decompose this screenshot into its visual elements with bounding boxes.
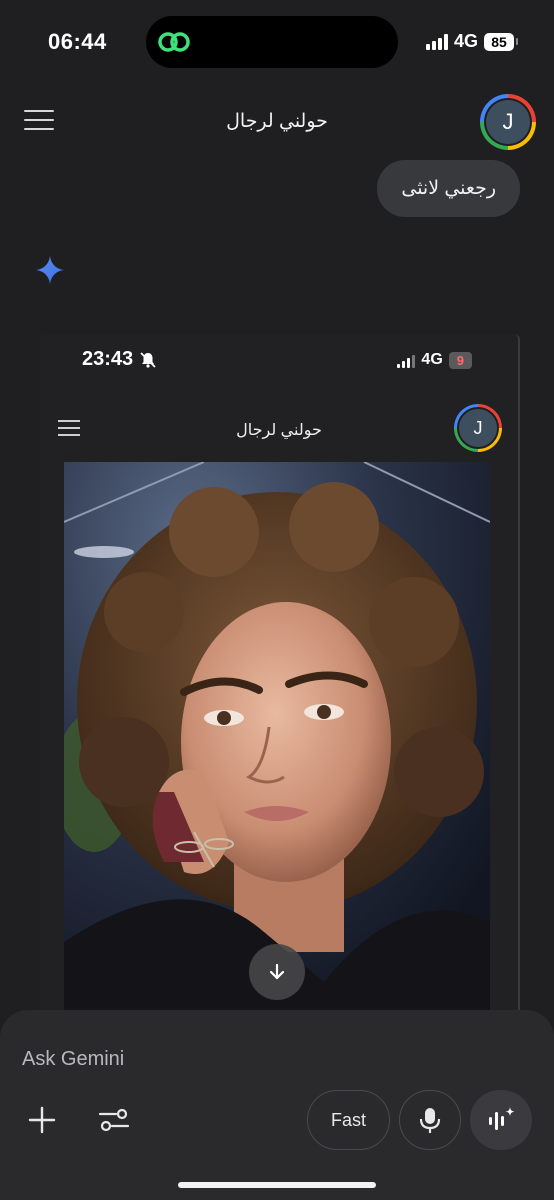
fast-mode-label: Fast — [330, 1109, 366, 1130]
live-icon — [489, 1107, 515, 1130]
mic-button[interactable] — [399, 1090, 461, 1150]
arrow-down-icon — [269, 963, 285, 980]
dynamic-island — [146, 16, 398, 68]
user-message-bubble[interactable]: رجعني لانثى — [377, 160, 520, 217]
bell-off-icon — [140, 351, 156, 368]
app-header: حولني لرجال J — [0, 90, 554, 154]
gemini-spark-icon — [36, 256, 64, 284]
plus-icon[interactable] — [26, 1104, 58, 1136]
scroll-down-button[interactable] — [249, 944, 305, 1000]
signal-icon — [425, 33, 448, 50]
battery-icon: 85 — [484, 32, 518, 51]
embedded-avatar-letter: J — [457, 407, 499, 449]
avatar[interactable]: J — [480, 94, 536, 150]
chat-title[interactable]: حولني لرجال — [0, 110, 554, 133]
avatar-letter: J — [486, 100, 530, 144]
battery-level: 85 — [484, 32, 514, 51]
ask-gemini-input[interactable] — [22, 1044, 502, 1074]
status-time: 06:44 — [48, 29, 107, 54]
user-message-text: رجعني لانثى — [401, 178, 496, 199]
network-type: 4G — [453, 31, 478, 51]
link-activity-icon — [158, 32, 190, 52]
live-button[interactable] — [470, 1090, 532, 1150]
embedded-chat-title: حولني لرجال — [236, 422, 322, 439]
mic-icon — [419, 1108, 441, 1133]
embedded-avatar: J — [454, 404, 502, 452]
prompt-panel: Fast — [0, 1010, 554, 1200]
status-bar: 06:44 4G 85 — [0, 0, 554, 84]
embedded-time-text: 23:43 — [82, 348, 134, 370]
embedded-signal-icon — [397, 352, 416, 368]
embedded-network-type: 4G — [421, 351, 443, 368]
fast-mode-button[interactable]: Fast — [307, 1090, 390, 1150]
home-indicator[interactable] — [178, 1182, 376, 1188]
embedded-status-indicators: 4G 9 — [397, 351, 472, 369]
embedded-battery-level: 9 — [448, 351, 472, 369]
tools-icon[interactable] — [98, 1106, 130, 1134]
generated-image-response[interactable]: 23:43 4G 9 حولني لرجال J — [40, 334, 520, 1034]
status-indicators: 4G 85 — [425, 31, 518, 52]
embedded-status-time: 23:43 — [82, 348, 157, 371]
